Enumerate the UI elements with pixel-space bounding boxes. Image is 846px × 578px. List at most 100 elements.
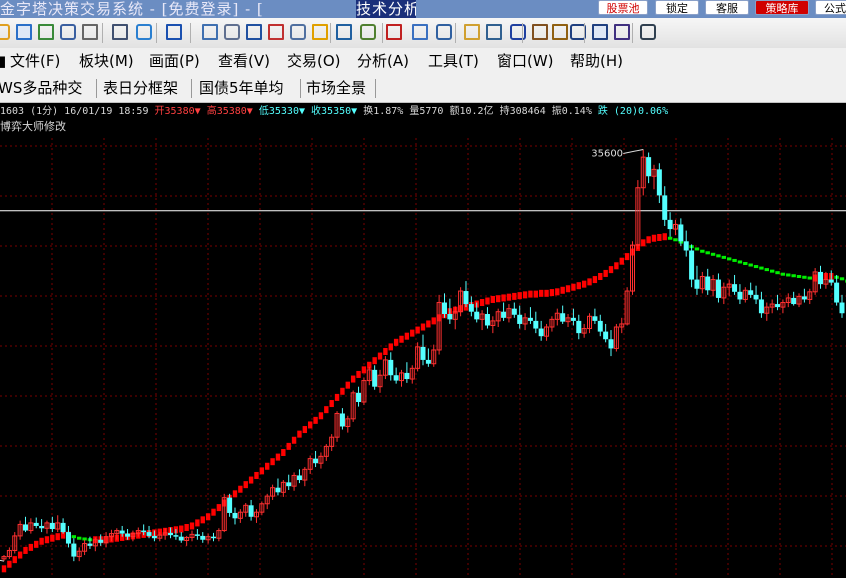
document-icon[interactable]: [290, 24, 306, 40]
window-icon[interactable]: [60, 24, 76, 40]
indicator-block: [710, 252, 716, 256]
menu-sector[interactable]: 板块(M): [79, 48, 134, 74]
menu-file[interactable]: 文件(F): [10, 48, 60, 74]
warning-icon[interactable]: [312, 24, 328, 40]
candle-body: [141, 530, 147, 533]
indicator-block: [646, 236, 651, 244]
menu-tools[interactable]: 工具(T): [428, 48, 479, 74]
tab-bar: WS多品种交 表日分框架 国债5年单均 市场全景: [0, 74, 846, 103]
indicator-block: [555, 288, 560, 296]
lock-button[interactable]: 锁定: [655, 0, 699, 15]
tab-divider: [96, 79, 97, 98]
zoom-in-icon[interactable]: [166, 24, 182, 40]
indicator-block: [334, 393, 340, 401]
indicator-block: [307, 421, 313, 429]
indicator-block: [667, 236, 673, 240]
indicator-block: [243, 481, 248, 489]
line-tool-icon[interactable]: [552, 24, 568, 40]
info-icon[interactable]: [510, 24, 526, 40]
indicator-block: [270, 458, 275, 466]
indicator-block: [769, 269, 775, 273]
pencil-icon[interactable]: [532, 24, 548, 40]
indicator-block: [705, 251, 710, 255]
candle-body: [801, 296, 807, 300]
bars-icon[interactable]: [246, 24, 262, 40]
menu-help[interactable]: 帮助(H): [570, 48, 623, 74]
grid-icon[interactable]: [16, 24, 32, 40]
indicator-block: [12, 556, 17, 564]
close-arrow-icon: ▼: [351, 106, 358, 117]
candle-body: [211, 536, 216, 539]
candle-body: [753, 294, 759, 300]
map-icon[interactable]: [464, 24, 480, 40]
high-marker-line: [623, 148, 644, 154]
menu-trade[interactable]: 交易(O): [287, 48, 341, 74]
menu-window[interactable]: 窗口(W): [497, 48, 554, 74]
tab-treasury-5y[interactable]: 国债5年单均: [199, 77, 284, 100]
indicator-block: [404, 332, 410, 340]
refresh-icon[interactable]: [0, 24, 10, 40]
monitor-icon[interactable]: [436, 24, 452, 40]
indicator-block: [195, 519, 200, 527]
edit-icon[interactable]: [224, 24, 240, 40]
indicator-block: [281, 449, 286, 457]
toolbar-separator: [522, 23, 523, 43]
tab-daily-frame[interactable]: 表日分框架: [103, 77, 178, 100]
turnover-value: 换1.87%: [363, 106, 404, 117]
candle-body: [232, 512, 238, 519]
tab-multi-instrument[interactable]: WS多品种交: [0, 77, 82, 100]
indicator-block: [324, 406, 329, 414]
indicator-block: [538, 289, 544, 297]
indicator-block: [517, 292, 522, 300]
tab-market-overview[interactable]: 市场全景: [306, 77, 366, 100]
candle-body: [694, 279, 700, 289]
indicator-block: [624, 253, 630, 261]
crosshair-icon[interactable]: [136, 24, 152, 40]
candlestick-chart[interactable]: 3560035060: [0, 138, 846, 578]
amount-value: 额10.2亿: [449, 106, 494, 117]
window-title: 金字塔决策交易系统 - [免费登录] - [: [0, 0, 264, 18]
candle-body: [732, 284, 738, 292]
candle-body: [484, 314, 490, 326]
layout-icon[interactable]: [38, 24, 54, 40]
indicator-block: [415, 326, 420, 334]
menu-screen[interactable]: 画面(P): [149, 48, 200, 74]
indicator-block: [426, 320, 431, 328]
target-icon[interactable]: [386, 24, 402, 40]
service-button[interactable]: 客服: [705, 0, 749, 15]
candle-body: [49, 522, 55, 530]
chart-icon[interactable]: [360, 24, 376, 40]
columns-icon[interactable]: [592, 24, 608, 40]
stock-pool-button[interactable]: 股票池: [598, 0, 648, 15]
candle-body: [463, 291, 469, 305]
indicator-icon[interactable]: [614, 24, 630, 40]
indicator-block: [614, 262, 619, 270]
indicator-block: [179, 525, 184, 533]
indicator-block: [737, 260, 743, 264]
menu-analysis[interactable]: 分析(A): [357, 48, 409, 74]
table-icon[interactable]: [202, 24, 218, 40]
indicator-block: [34, 540, 39, 548]
stock-icon[interactable]: [412, 24, 428, 40]
candle-body: [420, 346, 426, 360]
candle-body: [678, 224, 684, 242]
candle-body: [388, 359, 394, 376]
candle-body: [339, 413, 345, 427]
formula-button[interactable]: 公式: [815, 0, 846, 15]
candle-body: [533, 320, 539, 329]
dropdown-icon[interactable]: [82, 24, 98, 40]
window-title-active: 技术分析]: [356, 0, 416, 18]
menu-view[interactable]: 查看(V): [218, 48, 270, 74]
indicator-block: [50, 534, 55, 542]
indicator-block: [764, 268, 769, 272]
options-icon[interactable]: [640, 24, 656, 40]
list-icon[interactable]: [112, 24, 128, 40]
calc-icon[interactable]: [486, 24, 502, 40]
trend-icon[interactable]: [336, 24, 352, 40]
email-icon[interactable]: [268, 24, 284, 40]
candle-body: [178, 536, 184, 541]
strategy-library-button[interactable]: 策略库: [755, 0, 809, 15]
high-price-label: 35600: [591, 148, 623, 159]
candle-body: [286, 482, 292, 487]
indicator-block: [44, 536, 50, 544]
